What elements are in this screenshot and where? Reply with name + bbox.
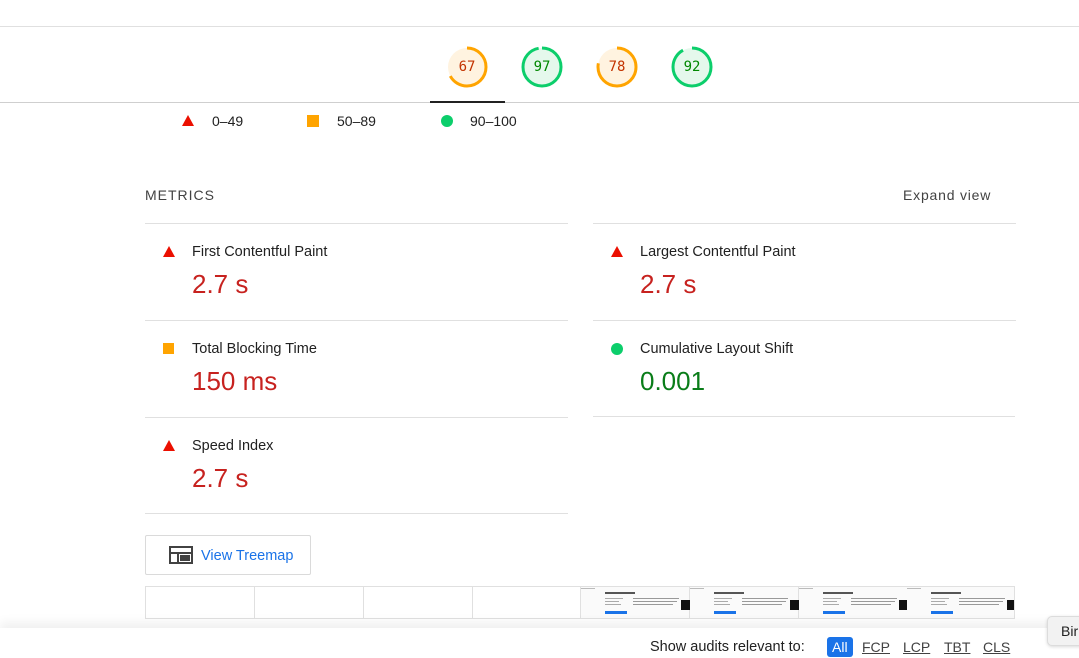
filter-cls[interactable]: CLS	[983, 637, 1010, 657]
gauge-score: 67	[458, 59, 476, 75]
legend-fail-label: 0–49	[212, 113, 244, 129]
fail-triangle-icon	[163, 440, 175, 452]
metric-value: 2.7 s	[192, 269, 249, 299]
filmstrip-frame	[907, 587, 1014, 618]
metric-label: Speed Index	[192, 438, 274, 454]
metric-value: 2.7 s	[192, 463, 249, 493]
filmstrip-frame	[581, 587, 690, 618]
performance-gauge[interactable]: 67	[446, 46, 488, 88]
seo-gauge[interactable]: 92	[671, 46, 713, 88]
pass-circle-icon	[611, 343, 623, 355]
expand-view-toggle[interactable]: Expand view	[903, 187, 991, 203]
fail-triangle-icon	[182, 115, 194, 126]
view-treemap-button[interactable]: View Treemap	[145, 535, 311, 575]
metric-speed-index: Speed Index 2.7 s	[145, 417, 568, 514]
filter-fcp[interactable]: FCP	[862, 637, 890, 657]
filter-tbt[interactable]: TBT	[944, 637, 970, 657]
average-square-icon	[163, 343, 175, 355]
average-square-icon	[307, 115, 319, 127]
score-gauges: 67 97 78 92	[0, 27, 1079, 103]
filmstrip-frame	[472, 587, 581, 618]
metric-total-blocking-time: Total Blocking Time 150 ms	[145, 320, 568, 417]
gauge-score: 97	[533, 59, 551, 75]
filmstrip-frame	[799, 587, 908, 618]
treemap-icon	[169, 546, 193, 564]
pass-circle-icon	[441, 115, 453, 127]
filmstrip-frame	[364, 587, 473, 618]
top-bar	[0, 0, 1079, 27]
metrics-heading: METRICS	[145, 187, 215, 203]
legend-average-label: 50–89	[337, 113, 376, 129]
tooltip-text: Bir	[1061, 623, 1079, 639]
legend-pass-label: 90–100	[470, 113, 517, 129]
divider	[145, 513, 568, 514]
filter-lcp[interactable]: LCP	[903, 637, 930, 657]
tooltip: Bir	[1047, 616, 1079, 646]
fail-triangle-icon	[611, 246, 623, 258]
view-treemap-label: View Treemap	[201, 548, 294, 564]
audits-filter-label: Show audits relevant to:	[650, 639, 805, 655]
filmstrip	[145, 586, 1015, 619]
metric-first-contentful-paint: First Contentful Paint 2.7 s	[145, 223, 568, 320]
metric-label: Cumulative Layout Shift	[640, 341, 794, 357]
filmstrip-frame	[690, 587, 799, 618]
metric-value: 150 ms	[192, 366, 278, 396]
fail-triangle-icon	[163, 246, 175, 258]
filter-all[interactable]: All	[827, 637, 853, 657]
metric-value: 0.001	[640, 366, 706, 396]
gauge-score: 92	[683, 59, 701, 75]
metric-cumulative-layout-shift: Cumulative Layout Shift 0.001	[593, 320, 1016, 417]
metric-label: Total Blocking Time	[192, 341, 317, 357]
active-gauge-indicator	[430, 101, 505, 103]
metric-label: Largest Contentful Paint	[640, 244, 796, 260]
divider	[593, 416, 1015, 417]
gauge-score: 78	[608, 59, 626, 75]
accessibility-gauge[interactable]: 97	[521, 46, 563, 88]
metric-label: First Contentful Paint	[192, 244, 328, 260]
metric-value: 2.7 s	[640, 269, 697, 299]
best-practices-gauge[interactable]: 78	[596, 46, 638, 88]
metric-largest-contentful-paint: Largest Contentful Paint 2.7 s	[593, 223, 1016, 320]
filmstrip-frame	[255, 587, 364, 618]
filmstrip-frame	[146, 587, 255, 618]
